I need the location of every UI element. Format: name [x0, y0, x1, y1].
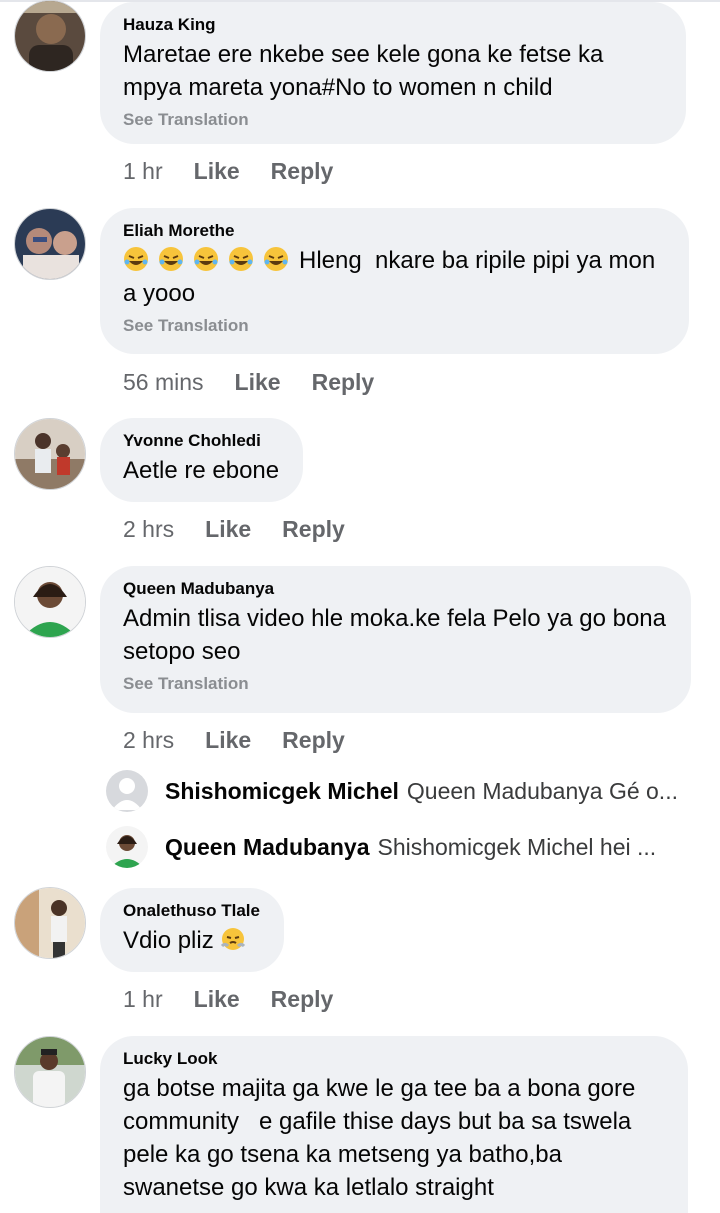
comment-actions: 2 hrs Like Reply [123, 514, 345, 544]
comment-bubble[interactable]: Onalethuso Tlale Vdio pliz [100, 888, 284, 972]
comment-text: Aetle re ebone [123, 457, 280, 484]
avatar[interactable] [106, 770, 148, 812]
avatar[interactable] [14, 0, 86, 72]
reply-button[interactable]: Reply [271, 156, 334, 186]
comment-author[interactable]: Eliah Morethe [123, 220, 667, 242]
comment-time: 1 hr [123, 986, 163, 1012]
comment-actions: 1 hr Like Reply [123, 156, 333, 186]
comment-author[interactable]: Queen Madubanya [123, 578, 669, 600]
like-button[interactable]: Like [205, 725, 251, 755]
comment-author[interactable]: Onalethuso Tlale [123, 900, 262, 922]
reply-preview[interactable]: Shishomicgek Michel Queen Madubanya Gé o.… [106, 770, 706, 814]
comment-bubble[interactable]: Yvonne Chohledi Aetle re ebone [100, 418, 303, 502]
avatar[interactable] [14, 208, 86, 280]
like-button[interactable]: Like [235, 367, 281, 397]
comment-text: Admin tlisa video hle moka.ke fela Pelo … [123, 605, 673, 665]
see-translation-link[interactable]: See Translation [123, 316, 667, 336]
face-with-steam-icon [221, 928, 246, 950]
see-translation-link[interactable]: See Translation [123, 110, 664, 130]
emoji-row [123, 247, 299, 274]
comment-bubble[interactable]: Lucky Look ga botse majita ga kwe le ga … [100, 1036, 688, 1213]
comment-text: ga botse majita ga kwe le ga tee ba a bo… [123, 1075, 643, 1201]
avatar[interactable] [106, 826, 148, 868]
reply-button[interactable]: Reply [282, 725, 345, 755]
reply-preview[interactable]: Queen Madubanya Shishomicgek Michel hei .… [106, 826, 706, 870]
like-button[interactable]: Like [205, 514, 251, 544]
like-button[interactable]: Like [194, 984, 240, 1014]
reply-text: Shishomicgek Michel hei ... [377, 834, 657, 860]
comment-bubble[interactable]: Hauza King Maretae ere nkebe see kele go… [100, 2, 686, 144]
rolling-on-floor-laughing-icon [124, 247, 148, 271]
comment-author[interactable]: Lucky Look [123, 1048, 666, 1070]
like-button[interactable]: Like [194, 156, 240, 186]
comment-text: Maretae ere nkebe see kele gona ke fetse… [123, 41, 610, 101]
comment-time: 1 hr [123, 158, 163, 184]
comment-bubble[interactable]: Eliah Morethe Hleng nkare ba ripile pipi… [100, 208, 689, 354]
rolling-on-floor-laughing-icon [194, 247, 218, 271]
avatar[interactable] [14, 1036, 86, 1108]
reply-button[interactable]: Reply [271, 984, 334, 1014]
reply-button[interactable]: Reply [282, 514, 345, 544]
rolling-on-floor-laughing-icon [229, 247, 253, 271]
rolling-on-floor-laughing-icon [264, 247, 288, 271]
comment-author[interactable]: Yvonne Chohledi [123, 430, 281, 452]
comment-actions: 56 mins Like Reply [123, 367, 374, 397]
reply-button[interactable]: Reply [312, 367, 375, 397]
comment-bubble[interactable]: Queen Madubanya Admin tlisa video hle mo… [100, 566, 691, 713]
reply-author[interactable]: Queen Madubanya [165, 834, 369, 860]
reply-text: Queen Madubanya Gé o... [406, 778, 678, 804]
comment-time: 2 hrs [123, 516, 175, 542]
comment-time: 56 mins [123, 369, 204, 395]
avatar[interactable] [14, 566, 86, 638]
comment-time: 2 hrs [123, 727, 175, 753]
comment-actions: 1 hr Like Reply [123, 984, 333, 1014]
avatar[interactable] [14, 418, 86, 490]
see-translation-link[interactable]: See Translation [123, 674, 669, 694]
comment-text: Hleng nkare ba ripile pipi ya mon a yooo [123, 244, 667, 310]
comment-author[interactable]: Hauza King [123, 14, 664, 36]
comment-actions: 2 hrs Like Reply [123, 725, 345, 755]
rolling-on-floor-laughing-icon [159, 247, 183, 271]
comment-text: Vdio pliz [123, 924, 262, 957]
reply-author[interactable]: Shishomicgek Michel [165, 778, 399, 804]
comment-text-body: Vdio pliz [123, 927, 214, 954]
avatar[interactable] [14, 887, 86, 959]
